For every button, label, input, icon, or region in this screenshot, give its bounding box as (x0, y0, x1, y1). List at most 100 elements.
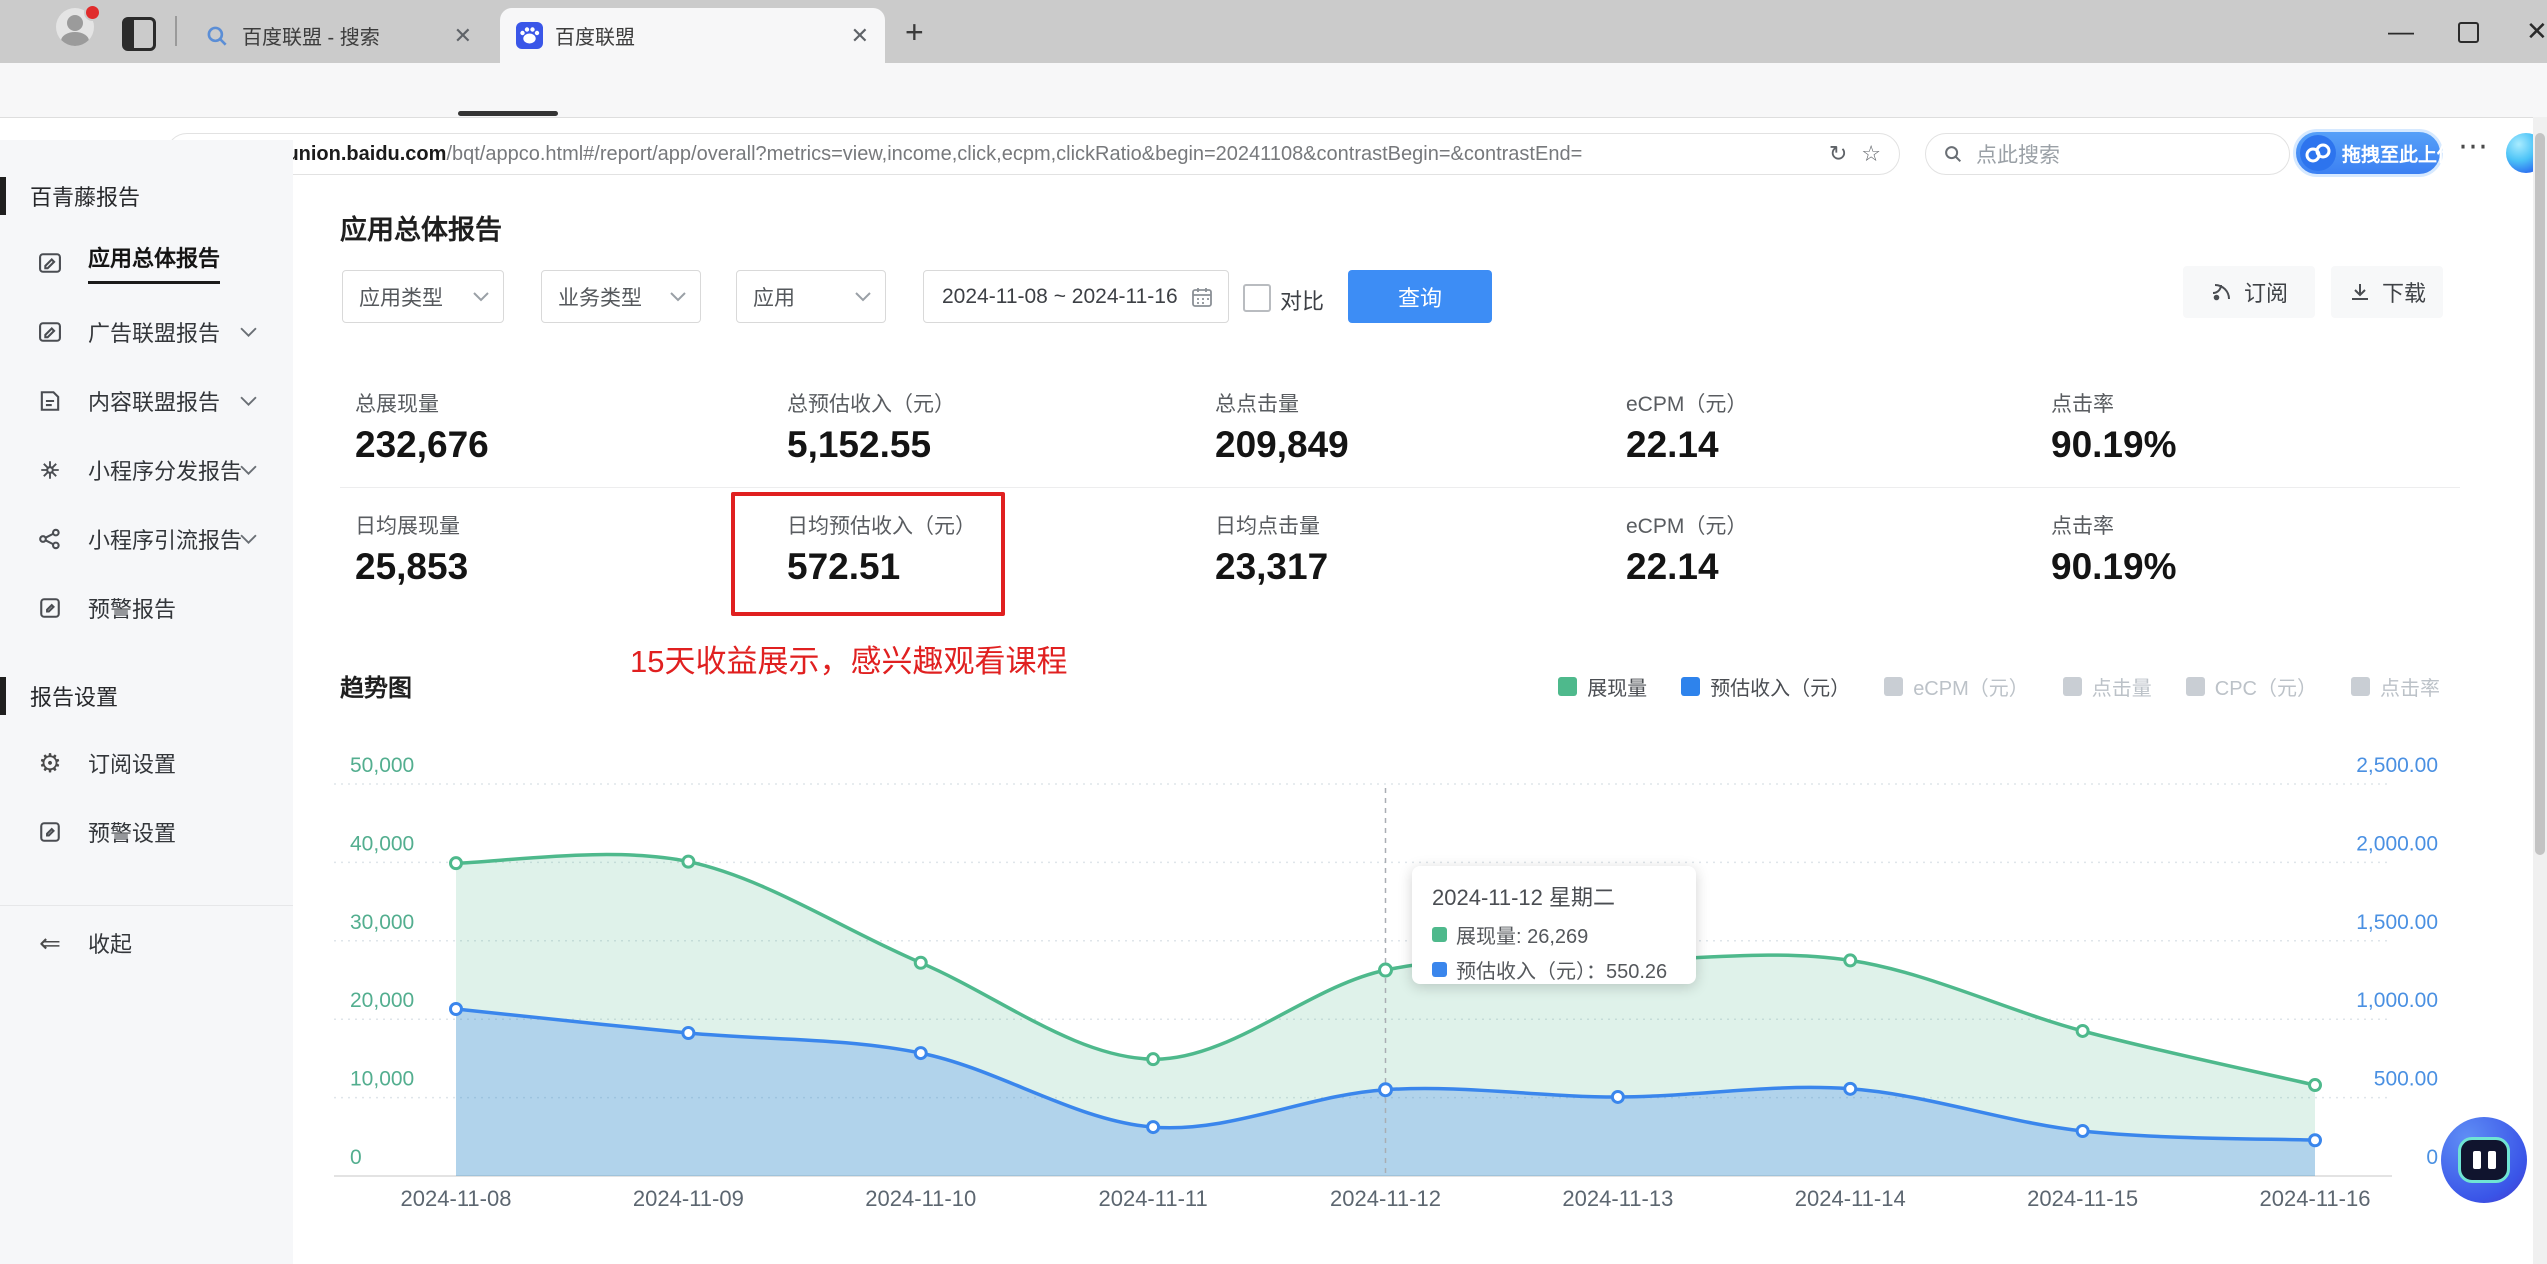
y-axis-right-tick: 1,500.00 (2356, 911, 2438, 934)
x-axis-tick: 2024-11-09 (633, 1186, 744, 1211)
chevron-down-icon (240, 394, 257, 412)
data-point[interactable] (1378, 962, 1393, 978)
chevron-down-icon (240, 532, 257, 550)
legend-label: 预估收入（元） (1710, 678, 1851, 700)
window-minimize-button[interactable]: — (2388, 18, 2414, 44)
window-close-button[interactable]: ✕ (2526, 18, 2547, 44)
sidebar-item-content-union-report[interactable]: 内容联盟报告 (0, 366, 293, 435)
sidebar-item-ad-union-report[interactable]: 广告联盟报告 (0, 297, 293, 366)
legend-swatch (1558, 677, 1578, 696)
toolbar-search-box[interactable]: 点此搜索 (1925, 133, 2290, 175)
sidebar-item-label: 广告联盟报告 (88, 320, 221, 346)
data-point[interactable] (2308, 1078, 2322, 1093)
ad-report-icon (36, 318, 64, 346)
new-tab-button[interactable]: + (905, 16, 924, 48)
assistant-floating-button[interactable] (2441, 1117, 2527, 1203)
miniapp-referral-icon (36, 525, 64, 553)
tab-close-icon[interactable]: ✕ (851, 24, 869, 47)
data-point[interactable] (449, 1002, 463, 1017)
subscribe-button[interactable]: 订阅 (2183, 266, 2315, 318)
url-text[interactable]: https://union.baidu.com/bqt/appco.html#/… (226, 143, 1814, 166)
data-point[interactable] (681, 854, 696, 869)
x-axis-tick: 2024-11-14 (1795, 1186, 1906, 1211)
rss-icon (2212, 284, 2230, 301)
legend-item[interactable]: 预估收入（元） (1681, 672, 1850, 701)
sidebar-item-miniapp-referral-report[interactable]: 小程序引流报告 (0, 504, 293, 573)
sidebar-section-reports: 百青藤报告 (0, 176, 293, 216)
sidebar-item-alert-settings[interactable]: 预警设置 (0, 797, 293, 866)
trend-chart-title: 趋势图 (340, 675, 412, 702)
stat-value: 209,849 (1215, 424, 1349, 465)
favorite-star-icon[interactable]: ☆ (1861, 141, 1881, 167)
stat-label: 总点击量 (1215, 393, 1299, 416)
sidebar-item-label: 小程序引流报告 (88, 527, 243, 553)
browser-menu-icon[interactable]: ⋯ (2458, 129, 2490, 164)
legend-item[interactable]: 展现量 (1558, 672, 1647, 701)
stat-value: 5,152.55 (787, 424, 932, 465)
stats-divider (340, 487, 2460, 488)
sidebar-item-alert-report[interactable]: 预警报告 (0, 573, 293, 642)
query-button[interactable]: 查询 (1348, 270, 1492, 323)
sidebar-divider (0, 905, 293, 906)
legend-label: 点击量 (2091, 678, 2152, 700)
legend-item[interactable]: 点击率 (2351, 672, 2440, 701)
date-range-value: 2024-11-08 ~ 2024-11-16 (942, 284, 1178, 308)
trend-chart[interactable]: 0 0 10,000 500.00 20,000 1,000.00 30,000 1,500.… (330, 736, 2450, 1214)
chevron-down-icon (240, 325, 257, 343)
legend-item[interactable]: CPC（元） (2185, 672, 2317, 701)
stat-value: 22.14 (1626, 546, 1719, 587)
data-point[interactable] (1843, 1081, 1858, 1096)
data-point[interactable] (913, 1046, 928, 1061)
compare-checkbox[interactable] (1243, 284, 1271, 312)
download-button[interactable]: 下载 (2331, 266, 2443, 318)
select-value: 业务类型 (558, 286, 642, 310)
sidebar-item-label: 预警报告 (88, 596, 177, 622)
section-marker-bar (0, 677, 6, 715)
sidebar-item-overall-report[interactable]: 应用总体报告 (0, 228, 293, 297)
data-point[interactable] (1610, 1089, 1625, 1104)
workspaces-icon[interactable] (122, 17, 156, 51)
series-color-swatch (1432, 927, 1447, 942)
data-point[interactable] (913, 955, 928, 970)
window-maximize-button[interactable] (2458, 22, 2479, 43)
browser-toolbar: ← ⟳ 🔒 https://union.baidu.com/bqt/appco.… (0, 63, 2547, 177)
biz-type-select[interactable]: 业务类型 (541, 270, 701, 323)
tab-close-icon[interactable]: ✕ (454, 24, 472, 47)
sidebar-item-subscribe-settings[interactable]: ⚙ 订阅设置 (0, 728, 293, 797)
app-select[interactable]: 应用 (736, 270, 886, 323)
legend-item[interactable]: eCPM（元） (1884, 672, 2029, 701)
data-point[interactable] (1843, 953, 1858, 968)
chart-tooltip: 2024-11-12 星期二 展现量: 26,269 预估收入（元）：550.2… (1412, 866, 1696, 984)
date-range-input[interactable]: 2024-11-08 ~ 2024-11-16 (923, 270, 1229, 323)
stat-label: 总预估收入（元） (787, 393, 955, 416)
app-type-select[interactable]: 应用类型 (342, 270, 504, 323)
sidebar-item-miniapp-dispatch-report[interactable]: 小程序分发报告 (0, 435, 293, 504)
data-point[interactable] (2075, 1123, 2090, 1138)
browser-tab-union[interactable]: 百度联盟 ✕ (500, 8, 885, 63)
report-icon (36, 249, 64, 277)
legend-swatch (2185, 677, 2205, 696)
scrollbar-thumb[interactable] (2535, 133, 2545, 855)
legend-label: 点击率 (2380, 678, 2440, 700)
y-axis-left-tick: 50,000 (350, 754, 414, 777)
chart-legend: 展现量 预估收入（元） eCPM（元） 点击量 CPC（元） 点击率 (1558, 672, 2440, 701)
data-point[interactable] (1378, 1082, 1393, 1098)
x-axis-tick: 2024-11-15 (2027, 1186, 2138, 1211)
data-point[interactable] (681, 1025, 696, 1040)
y-axis-left-tick: 10,000 (350, 1068, 414, 1091)
sidebar-item-label: 内容联盟报告 (88, 389, 221, 415)
sidebar-collapse-button[interactable]: ⇐ 收起 (0, 908, 293, 977)
data-point[interactable] (2075, 1023, 2090, 1038)
tab-title: 百度联盟 - 搜索 (242, 27, 380, 49)
stat-label: 日均展现量 (355, 515, 460, 538)
data-point[interactable] (1146, 1120, 1161, 1135)
data-point[interactable] (1146, 1052, 1161, 1067)
browser-tab-search[interactable]: 百度联盟 - 搜索 ✕ (188, 8, 488, 63)
data-point[interactable] (449, 856, 463, 871)
data-point[interactable] (2308, 1133, 2322, 1148)
netdisk-upload-badge[interactable]: 拖拽至此上传 (2293, 129, 2456, 177)
url-bar[interactable]: 🔒 https://union.baidu.com/bqt/appco.html… (166, 133, 1900, 175)
chevron-down-icon (855, 291, 871, 301)
reload-circle-icon[interactable]: ↻ (1829, 141, 1847, 167)
legend-item[interactable]: 点击量 (2062, 672, 2152, 701)
